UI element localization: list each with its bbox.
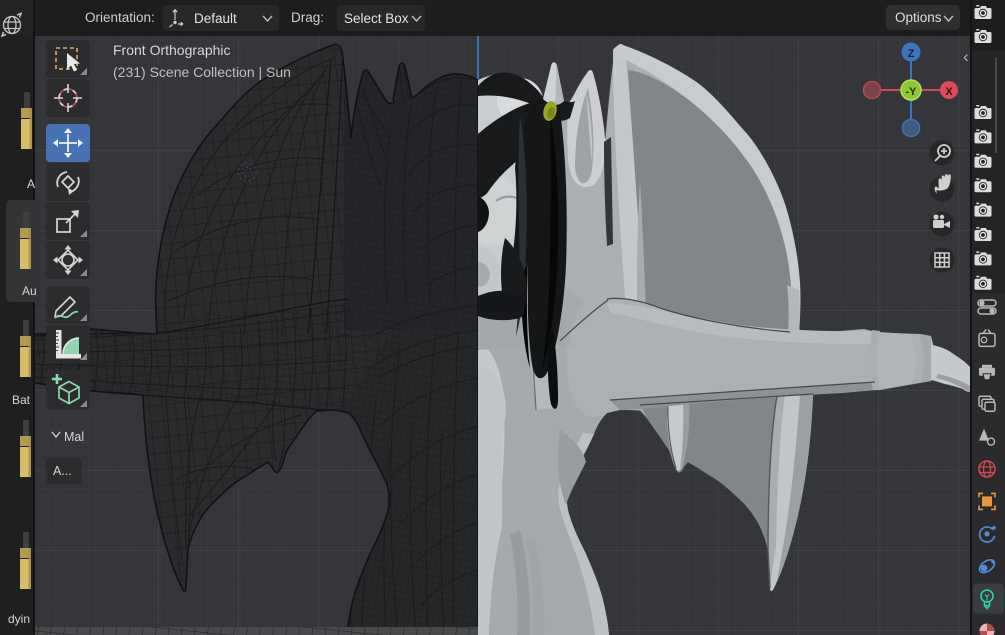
svg-text:Bat: Bat (12, 393, 31, 407)
svg-text:X: X (945, 86, 953, 98)
svg-text:Default: Default (194, 11, 237, 26)
svg-text:Mal: Mal (64, 430, 84, 444)
svg-text:dyin: dyin (8, 612, 30, 626)
svg-text:(231) Scene Collection | Sun: (231) Scene Collection | Sun (113, 64, 291, 80)
svg-text:Drag:: Drag: (291, 10, 324, 25)
svg-text:Select Box: Select Box (344, 11, 409, 26)
svg-text:A...: A... (53, 464, 72, 478)
svg-text:-Y: -Y (906, 86, 918, 98)
svg-text:‹: ‹ (963, 47, 969, 66)
svg-text:Options: Options (895, 10, 942, 25)
svg-text:A: A (27, 177, 35, 191)
svg-text:Front Orthographic: Front Orthographic (113, 42, 231, 58)
svg-text:Au: Au (22, 284, 37, 298)
svg-text:Z: Z (908, 48, 915, 60)
svg-text:Orientation:: Orientation: (85, 10, 155, 25)
